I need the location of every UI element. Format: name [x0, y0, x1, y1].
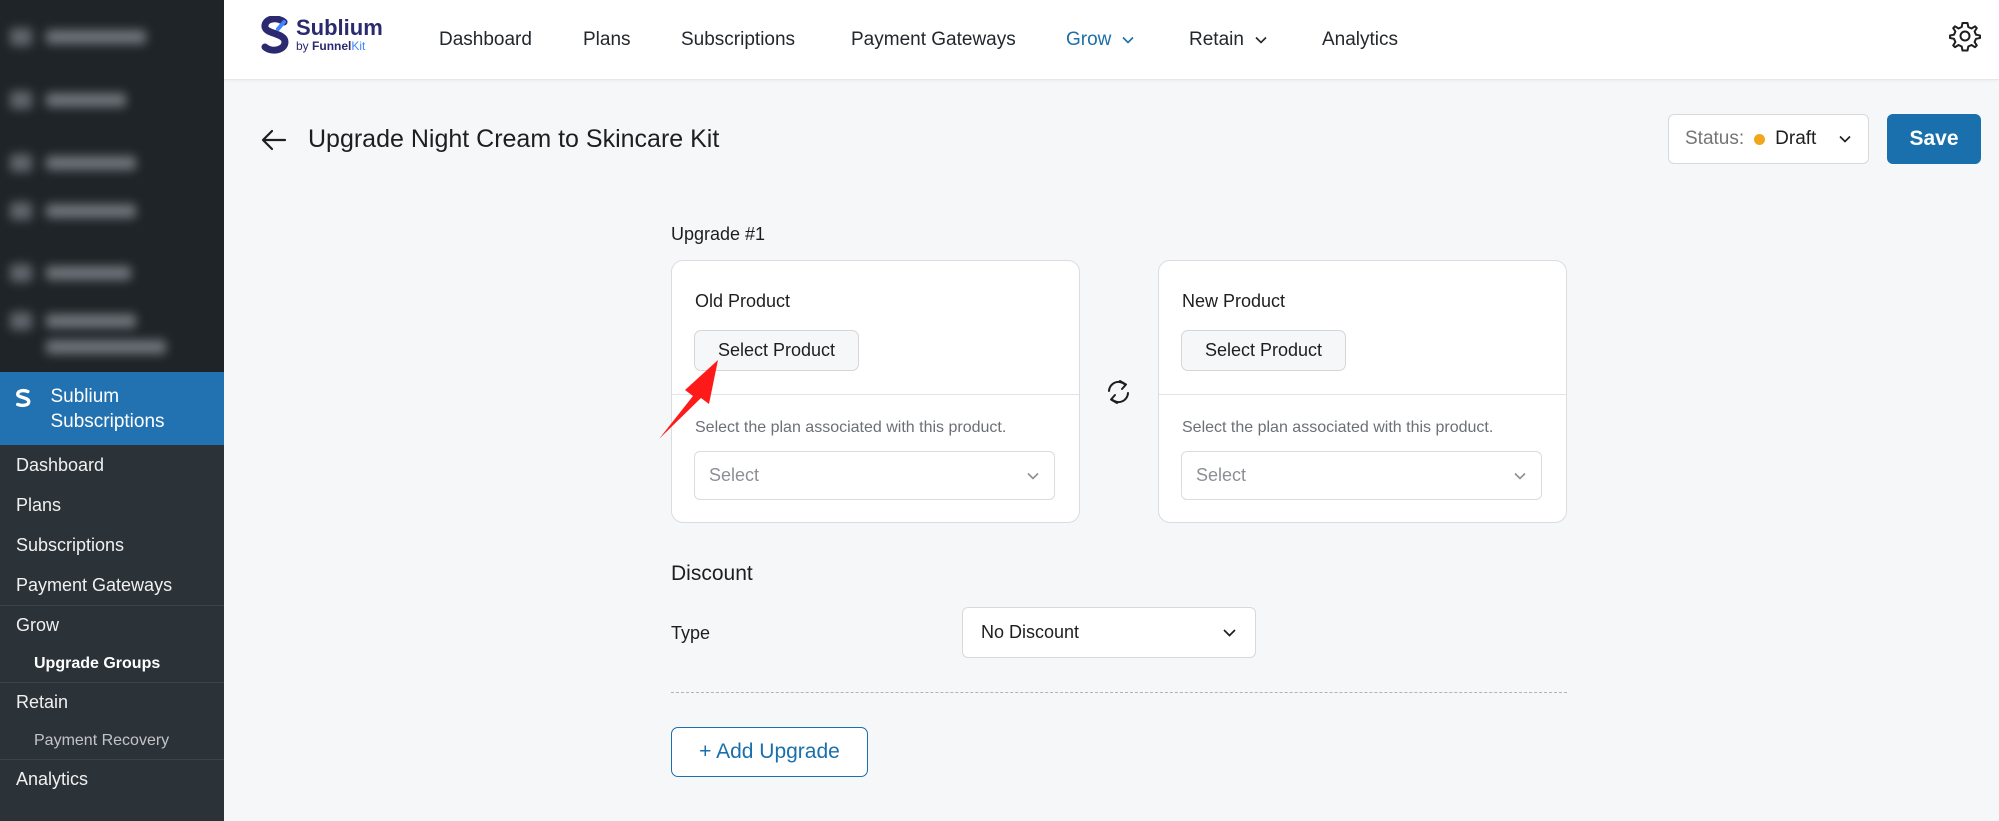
sidebar-item-grow[interactable]: Grow	[0, 605, 224, 645]
discount-type-label: Type	[671, 623, 711, 643]
sidebar-item-subscriptions[interactable]: Subscriptions	[0, 525, 224, 565]
discount-type-value: No Discount	[981, 622, 1080, 642]
top-navigation: Sublium by FunnelKit Dashboard Plans Sub…	[224, 0, 1999, 80]
brand-logo[interactable]: Sublium by FunnelKit	[260, 16, 383, 54]
new-plan-select[interactable]: Select	[1181, 451, 1542, 500]
status-dot	[1754, 133, 1766, 145]
sidebar-item-upgrade-groups[interactable]: Upgrade Groups	[0, 645, 224, 682]
sidebar-item-plans[interactable]: Plans	[0, 485, 224, 525]
back-arrow-icon[interactable]	[260, 126, 288, 154]
old-plan-hint: Select the plan associated with this pro…	[695, 419, 1007, 436]
brand-byline: by FunnelKit	[296, 39, 366, 53]
chevron-down-icon	[1223, 629, 1236, 637]
nav-dashboard[interactable]: Dashboard	[439, 0, 532, 80]
card-divider	[672, 394, 1079, 395]
chevron-down-icon	[1122, 36, 1134, 44]
nav-analytics[interactable]: Analytics	[1322, 0, 1398, 80]
chevron-down-icon	[1255, 36, 1267, 44]
sublium-logo-icon	[16, 388, 31, 408]
chevron-down-icon	[1027, 472, 1039, 480]
old-product-title: Old Product	[695, 291, 791, 311]
sidebar-item-dashboard[interactable]: Dashboard	[0, 445, 224, 485]
sidebar-item-payment-recovery[interactable]: Payment Recovery	[0, 722, 224, 759]
sidebar-current-label: Sublium Subscriptions	[50, 386, 165, 432]
new-product-title: New Product	[1182, 291, 1286, 311]
new-plan-hint: Select the plan associated with this pro…	[1182, 419, 1494, 436]
status-label: Status:	[1685, 128, 1745, 149]
nav-grow[interactable]: Grow	[1066, 0, 1135, 80]
chevron-down-icon	[1839, 135, 1851, 143]
new-product-card: New Product Select Product Select the pl…	[1158, 260, 1567, 523]
page-title: Upgrade Night Cream to Skincare Kit	[308, 125, 720, 153]
status-dropdown[interactable]: Status: Draft	[1668, 114, 1869, 164]
sidebar-item-payment-gateways[interactable]: Payment Gateways	[0, 565, 224, 605]
sidebar-item-analytics[interactable]: Analytics	[0, 759, 224, 799]
sidebar-item-retain[interactable]: Retain	[0, 682, 224, 722]
save-button[interactable]: Save	[1887, 114, 1981, 164]
brand-name: Sublium	[296, 15, 383, 40]
status-value: Draft	[1775, 128, 1817, 149]
nav-payment-gateways[interactable]: Payment Gateways	[851, 0, 1016, 80]
swap-icon	[1108, 380, 1129, 404]
old-product-card: Old Product Select Product Select the pl…	[671, 260, 1080, 523]
discount-type-select[interactable]: No Discount	[962, 607, 1256, 658]
sidebar-current-menu[interactable]: Sublium Subscriptions	[0, 372, 224, 445]
old-plan-select[interactable]: Select	[694, 451, 1055, 500]
gear-icon[interactable]	[1949, 20, 1981, 52]
blurred-menu-area	[0, 0, 224, 372]
sublium-mark-icon	[261, 16, 289, 54]
old-plan-select-placeholder: Select	[709, 465, 760, 485]
section-divider	[671, 692, 1567, 693]
chevron-down-icon	[1514, 472, 1526, 480]
nav-plans[interactable]: Plans	[583, 0, 631, 80]
wp-admin-sidebar: Sublium Subscriptions Dashboard Plans Su…	[0, 0, 224, 821]
new-plan-select-placeholder: Select	[1196, 465, 1247, 485]
card-divider	[1159, 394, 1566, 395]
sidebar-submenu: Dashboard Plans Subscriptions Payment Ga…	[0, 445, 224, 799]
nav-retain[interactable]: Retain	[1189, 0, 1268, 80]
annotation-arrow-icon	[659, 360, 718, 439]
upgrade-heading: Upgrade #1	[671, 224, 766, 244]
nav-subscriptions[interactable]: Subscriptions	[681, 0, 795, 80]
new-select-product-button[interactable]: Select Product	[1181, 330, 1346, 371]
add-upgrade-button[interactable]: + Add Upgrade	[671, 727, 868, 777]
discount-heading: Discount	[671, 562, 753, 585]
